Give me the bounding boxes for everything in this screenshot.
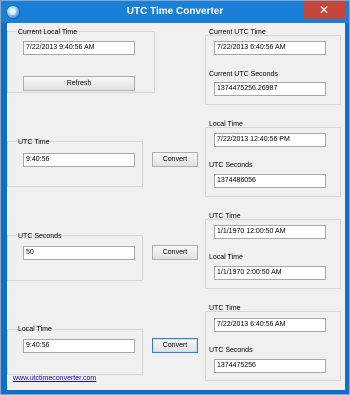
utc-seconds-results-local-time-label: Local Time (209, 254, 243, 261)
current-utc-seconds-label: Current UTC Seconds (209, 71, 278, 78)
utc-time-results-local-time-field[interactable]: 7/22/2013 12:40:56 PM (214, 133, 326, 147)
local-time-results-utc-seconds-label: UTC Seconds (209, 347, 253, 354)
utc-time-input[interactable]: 9:40:56 (23, 153, 135, 167)
current-local-time-field[interactable]: 7/22/2013 9:40:56 AM (23, 41, 135, 55)
utc-seconds-label: UTC Seconds (18, 233, 62, 240)
utc-time-label: UTC Time (18, 139, 50, 146)
utc-seconds-convert-button[interactable]: Convert (152, 245, 198, 260)
current-local-time-label: Current Local Time (18, 29, 78, 36)
utc-seconds-input[interactable]: 50 (23, 246, 135, 260)
title-bar: UTC Time Converter ✕ (1, 1, 349, 23)
current-utc-seconds-field[interactable]: 1374475256.26987 (214, 82, 326, 96)
close-icon: ✕ (318, 3, 330, 17)
utc-seconds-results-utc-time-field[interactable]: 1/1/1970 12:00:50 AM (214, 225, 326, 239)
current-utc-time-label: Current UTC Time (209, 29, 266, 36)
utc-time-results-utc-seconds-label: UTC Seconds (209, 162, 253, 169)
utc-time-results-utc-seconds-field[interactable]: 1374486056 (214, 174, 326, 188)
utc-time-convert-button[interactable]: Convert (152, 152, 198, 167)
website-link[interactable]: www.utctimeconverter.com (13, 375, 96, 382)
utc-seconds-results-local-time-field[interactable]: 1/1/1970 2:00:50 AM (214, 266, 326, 280)
refresh-button[interactable]: Refresh (23, 76, 135, 91)
local-time-convert-button[interactable]: Convert (152, 338, 198, 353)
utc-time-results-local-time-label: Local Time (209, 121, 243, 128)
local-time-results-utc-seconds-field[interactable]: 1374475256 (214, 359, 326, 373)
app-window: UTC Time Converter ✕ Current Local Time … (0, 0, 350, 395)
local-time-label: Local Time (18, 326, 52, 333)
utc-seconds-results-utc-time-label: UTC Time (209, 213, 241, 220)
current-utc-time-field[interactable]: 7/22/2013 6:40:56 AM (214, 41, 326, 55)
local-time-results-utc-time-label: UTC Time (209, 305, 241, 312)
local-time-results-utc-time-field[interactable]: 7/22/2013 6:40:56 AM (214, 318, 326, 332)
local-time-input[interactable]: 9:40:56 (23, 339, 135, 353)
window-title: UTC Time Converter (126, 6, 224, 17)
client-area: Current Local Time 7/22/2013 9:40:56 AM … (7, 23, 345, 390)
close-button[interactable]: ✕ (303, 1, 345, 19)
